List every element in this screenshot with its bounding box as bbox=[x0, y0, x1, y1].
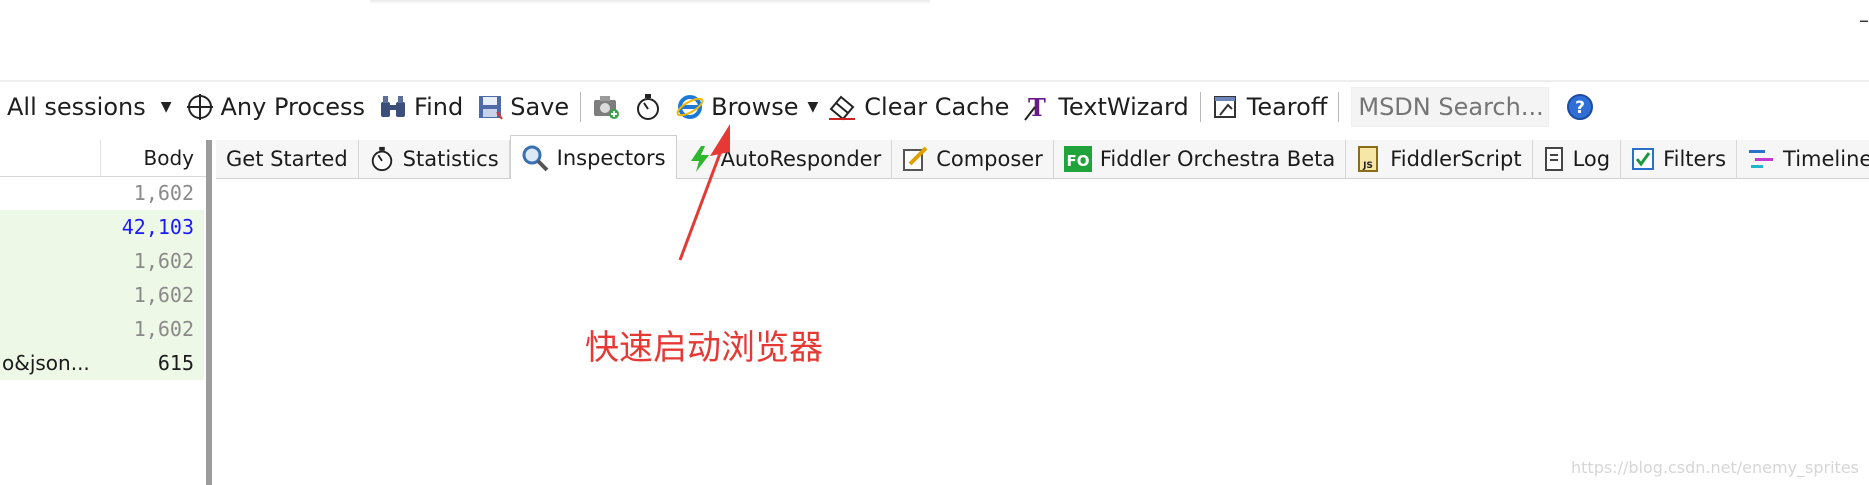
table-row[interactable]: 1,602 bbox=[0, 312, 204, 346]
tab-label: Timeline bbox=[1783, 147, 1869, 171]
fo-icon: FO bbox=[1063, 145, 1092, 173]
toolbar-separator bbox=[580, 92, 582, 122]
tab-label: Statistics bbox=[402, 147, 499, 171]
inspector-tab-strip: Get Started Statistics Inspectors AutoRespo… bbox=[216, 135, 1869, 179]
minimize-icon[interactable]: – bbox=[1859, 10, 1869, 30]
svg-text:T: T bbox=[1028, 93, 1046, 121]
text-wizard-button[interactable]: T TextWizard bbox=[1016, 88, 1195, 126]
sessions-filter-dropdown[interactable]: All sessions ▼ bbox=[0, 88, 179, 126]
tab-timeline[interactable]: Timeline bbox=[1737, 140, 1869, 178]
browse-label: Browse bbox=[711, 93, 799, 121]
tab-fiddler-orchestra-beta[interactable]: FO Fiddler Orchestra Beta bbox=[1053, 140, 1347, 178]
chevron-down-icon: ▼ bbox=[160, 99, 172, 115]
column-divider[interactable] bbox=[100, 140, 101, 176]
msdn-search-input[interactable] bbox=[1351, 87, 1550, 127]
camera-icon bbox=[594, 96, 620, 119]
save-label: Save bbox=[510, 93, 570, 121]
checkbox-icon bbox=[1631, 147, 1655, 171]
table-row[interactable]: 1,602 bbox=[0, 278, 204, 312]
annotation-arrow bbox=[678, 124, 730, 261]
tearoff-button[interactable]: Tearoff bbox=[1205, 88, 1335, 126]
svg-text:JS: JS bbox=[1362, 161, 1373, 171]
toolbar-separator bbox=[1199, 92, 1201, 122]
row-body-size: 1,602 bbox=[133, 283, 194, 307]
chevron-down-icon: ▼ bbox=[807, 99, 819, 115]
tab-filters[interactable]: Filters bbox=[1621, 140, 1738, 178]
tab-label: Filters bbox=[1663, 147, 1727, 171]
tab-fiddlerscript[interactable]: JS FiddlerScript bbox=[1346, 140, 1533, 178]
svg-text:FO: FO bbox=[1066, 152, 1089, 170]
help-button[interactable]: ? bbox=[1559, 88, 1601, 126]
tab-composer[interactable]: Composer bbox=[892, 140, 1054, 178]
timeline-icon bbox=[1747, 147, 1775, 171]
magnifier-icon bbox=[521, 144, 549, 172]
table-row[interactable]: 42,103 bbox=[0, 210, 204, 244]
stopwatch-icon bbox=[637, 94, 660, 120]
row-body-size: 1,602 bbox=[133, 249, 194, 273]
row-body-size: 615 bbox=[157, 351, 194, 375]
screenshot-button[interactable] bbox=[585, 88, 627, 126]
browse-dropdown[interactable]: ▼ bbox=[806, 88, 821, 126]
tab-label: Log bbox=[1572, 147, 1611, 171]
table-row[interactable]: 1,602 bbox=[0, 176, 204, 211]
crosshair-icon bbox=[186, 94, 213, 120]
sessions-filter-label: All sessions bbox=[7, 93, 146, 121]
internet-explorer-icon bbox=[676, 95, 704, 119]
tab-label: Fiddler Orchestra Beta bbox=[1099, 147, 1336, 171]
tab-label: AutoResponder bbox=[720, 147, 882, 171]
help-icon: ? bbox=[1567, 94, 1594, 120]
save-button[interactable]: Save bbox=[470, 88, 576, 126]
tab-log[interactable]: Log bbox=[1532, 140, 1622, 178]
toolbar-top-separator bbox=[0, 80, 1869, 82]
tab-get-started[interactable]: Get Started bbox=[216, 140, 359, 178]
tab-statistics[interactable]: Statistics bbox=[358, 140, 510, 178]
column-header-body[interactable]: Body bbox=[144, 146, 195, 170]
eraser-icon bbox=[829, 95, 856, 121]
binoculars-icon bbox=[381, 96, 406, 117]
table-row[interactable]: o&json... 615 bbox=[0, 346, 204, 380]
row-body-size: 1,602 bbox=[133, 181, 194, 205]
tab-inspectors[interactable]: Inspectors bbox=[509, 135, 677, 179]
annotation-text: 快速启动浏览器 bbox=[585, 328, 823, 368]
script-icon: JS bbox=[1356, 145, 1382, 173]
text-wizard-icon: T bbox=[1024, 93, 1046, 121]
any-process-button[interactable]: Any Process bbox=[179, 88, 373, 126]
svg-text:?: ? bbox=[1575, 98, 1585, 118]
session-list[interactable]: Body 1,602 42,103 1,602 1,602 1,602 o&json...… bbox=[0, 140, 206, 485]
tab-label: Inspectors bbox=[556, 145, 666, 170]
session-list-header: Body bbox=[0, 140, 206, 177]
tab-label: Get Started bbox=[226, 147, 348, 171]
row-url-cell: o&json... bbox=[2, 351, 90, 375]
floppy-disk-icon bbox=[479, 96, 504, 120]
main-toolbar: All sessions ▼ Any Process Find Save Bro… bbox=[0, 86, 1869, 128]
tab-label: Composer bbox=[936, 147, 1043, 171]
find-label: Find bbox=[414, 93, 464, 121]
clear-cache-label: Clear Cache bbox=[864, 93, 1010, 121]
pane-splitter[interactable] bbox=[206, 140, 212, 485]
tearoff-window-icon bbox=[1213, 96, 1236, 118]
tab-label: FiddlerScript bbox=[1390, 147, 1522, 171]
any-process-label: Any Process bbox=[220, 93, 366, 121]
watermark: https://blog.csdn.net/enemy_sprites bbox=[1571, 458, 1859, 477]
window-top-edge bbox=[370, 0, 930, 4]
clear-cache-button[interactable]: Clear Cache bbox=[820, 88, 1016, 126]
stopwatch-icon bbox=[369, 146, 395, 172]
pencil-icon bbox=[902, 146, 928, 172]
text-wizard-label: TextWizard bbox=[1058, 93, 1189, 121]
row-body-size: 1,602 bbox=[133, 317, 194, 341]
table-row[interactable]: 1,602 bbox=[0, 244, 204, 278]
find-button[interactable]: Find bbox=[372, 88, 470, 126]
row-body-size: 42,103 bbox=[121, 215, 194, 239]
log-icon bbox=[1543, 146, 1565, 172]
tearoff-label: Tearoff bbox=[1246, 93, 1328, 121]
toolbar-separator bbox=[1338, 92, 1340, 122]
